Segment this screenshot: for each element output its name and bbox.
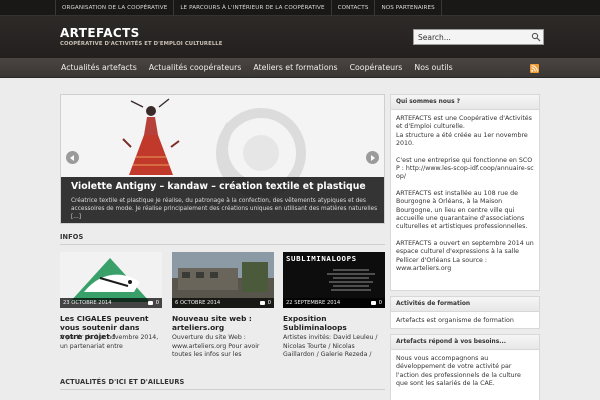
search-box (413, 29, 544, 45)
site-tagline: COOPÉRATIVE D'ACTIVITÉS ET D'EMPLOI CULT… (60, 41, 223, 47)
post-date: 22 SEPTEMBRE 2014 (286, 300, 341, 306)
formation-widget: Activités de formation Artefacts est org… (390, 296, 540, 329)
slide-caption: Violette Antigny – kandaw – création tex… (61, 177, 384, 223)
post-excerpt: Ouverture du site Web : www.arteliers.or… (172, 334, 260, 358)
slide-title[interactable]: Violette Antigny – kandaw – création tex… (71, 181, 366, 192)
top-bar: Organisation de la coopérative Le parcou… (0, 0, 600, 16)
nav-actualites-cooperateurs[interactable]: Actualités coopérateurs (143, 58, 248, 78)
featured-slider[interactable]: Violette Antigny – kandaw – création tex… (60, 94, 385, 224)
comment-count[interactable]: 0 (156, 298, 159, 308)
site-header: ARTEFACTS COOPÉRATIVE D'ACTIVITÉS ET D'E… (0, 16, 600, 58)
slider-prev-button[interactable] (66, 151, 79, 164)
nav-nos-outils[interactable]: Nos outils (408, 58, 458, 78)
post-date: 23 OCTOBRE 2014 (63, 300, 112, 306)
post-title[interactable]: Exposition Subliminaloops (283, 314, 385, 332)
search-icon[interactable] (531, 32, 541, 42)
comment-icon (148, 300, 153, 305)
about-text: ARTEFACTS est installée au 108 rue de Bo… (396, 189, 528, 231)
widget-title: Qui sommes nous ? (391, 95, 539, 110)
topnav-contacts[interactable]: Contacts (330, 0, 375, 16)
besoins-text: Nous vous accompagnons au développement … (396, 355, 521, 388)
main-nav: Actualités artefacts Actualités coopérat… (0, 58, 600, 78)
comment-count[interactable]: 0 (379, 298, 382, 308)
comment-count[interactable]: 0 (268, 298, 271, 308)
post-title[interactable]: Nouveau site web : arteliers.org (172, 314, 274, 332)
rss-icon[interactable] (530, 64, 539, 73)
about-widget: Qui sommes nous ? ARTEFACTS est une Coop… (390, 94, 540, 291)
divider (60, 389, 385, 390)
topnav-organisation[interactable]: Organisation de la coopérative (55, 0, 173, 16)
post-excerpt: A partir du 1er novembre 2014, un parten… (60, 334, 159, 350)
site-title[interactable]: ARTEFACTS (60, 26, 140, 40)
slider-next-button[interactable] (366, 151, 379, 164)
comment-icon (371, 300, 376, 305)
nav-actualites-artefacts[interactable]: Actualités artefacts (55, 58, 143, 78)
divider (60, 244, 385, 245)
nav-cooperateurs[interactable]: Coopérateurs (344, 58, 409, 78)
about-text: ARTEFACTS est une Coopérative d'Activité… (396, 115, 532, 131)
nav-ateliers-formations[interactable]: Ateliers et formations (247, 58, 343, 78)
post-date: 6 OCTOBRE 2014 (175, 300, 221, 306)
widget-title: Activités de formation (391, 297, 539, 312)
about-text: ARTEFACTS a ouvert en septembre 2014 un … (396, 239, 534, 273)
search-input[interactable] (414, 30, 529, 44)
actus-heading: ACTUALITÉS D'ICI ET D'AILLEURS (60, 378, 185, 386)
topnav-partenaires[interactable]: Nos partenaires (374, 0, 442, 16)
post-thumbnail[interactable]: 6 OCTOBRE 2014 0 (172, 252, 274, 308)
top-nav: Organisation de la coopérative Le parcou… (55, 0, 442, 16)
slide-text: Créatrice textile et plastique je réalis… (71, 198, 378, 220)
about-text[interactable]: C'est une entreprise qui fonctionne en S… (396, 157, 534, 182)
formation-text: Artefacts est organisme de formation (396, 317, 514, 324)
infos-heading: INFOS (60, 233, 84, 241)
widget-title: Artefacts répond à vos besoins... (391, 335, 539, 350)
besoins-widget: Artefacts répond à vos besoins... Nous v… (390, 334, 540, 400)
post-thumbnail[interactable]: 23 OCTOBRE 2014 0 (60, 252, 162, 308)
post-excerpt: Artistes invités: David Leuleu / Nicolas… (283, 334, 378, 358)
topnav-parcours[interactable]: Le parcours à l'intérieur de la coopérat… (173, 0, 330, 16)
comment-icon (260, 300, 265, 305)
post-thumbnail[interactable]: SUBLIMINALOOPS 22 SEPTEMBRE 2014 0 (283, 252, 385, 308)
about-text: La structure a été créée au 1er novembre… (396, 131, 528, 148)
